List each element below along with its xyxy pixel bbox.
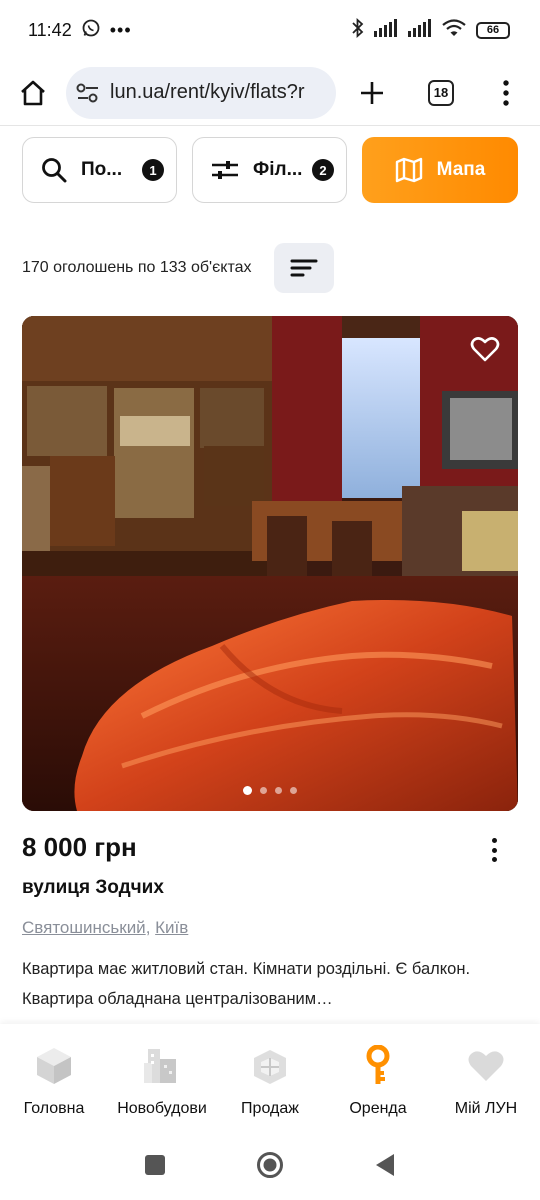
results-row: 170 оголошень по 133 об'єктах xyxy=(22,243,518,293)
whatsapp-icon xyxy=(82,19,100,42)
pagination-dot[interactable] xyxy=(290,787,297,794)
browser-toolbar: lun.ua/rent/kyiv/flats?r 18 xyxy=(0,60,540,126)
results-summary: 170 оголошень по 133 об'єктах xyxy=(22,259,252,276)
browser-menu-button[interactable] xyxy=(474,65,538,121)
listing-more-button[interactable] xyxy=(482,836,506,864)
new-tab-button[interactable] xyxy=(336,65,408,121)
nav-item-new-buildings[interactable]: Новобудови xyxy=(108,1044,216,1118)
pagination-dot[interactable] xyxy=(275,787,282,794)
home-icon xyxy=(21,80,45,105)
search-count-badge: 1 xyxy=(142,159,164,181)
favorite-button[interactable] xyxy=(470,334,500,364)
sort-button[interactable] xyxy=(273,243,334,293)
more-dots-icon: ••• xyxy=(109,19,132,40)
filters-button[interactable]: Філ... 2 xyxy=(192,137,347,203)
floorplan-icon xyxy=(249,1044,291,1088)
back-button[interactable] xyxy=(374,1153,396,1182)
recents-button[interactable] xyxy=(144,1154,166,1181)
pagination-dot-active[interactable] xyxy=(243,786,252,795)
signal-icon xyxy=(374,18,398,42)
nav-item-sale[interactable]: Продаж xyxy=(216,1044,324,1118)
home-nav-button[interactable] xyxy=(256,1151,284,1184)
filters-button-label: Філ... xyxy=(253,159,303,180)
signal-icon xyxy=(408,18,432,42)
room-photo xyxy=(22,316,518,811)
map-button-label: Мапа xyxy=(436,159,486,180)
nav-item-my-lun[interactable]: Мій ЛУН xyxy=(432,1044,540,1118)
nav-label-my-lun: Мій ЛУН xyxy=(454,1100,518,1117)
listing-location: Святошинський, Київ xyxy=(22,918,188,938)
nav-label-sale: Продаж xyxy=(241,1100,299,1117)
kebab-menu-icon xyxy=(503,79,509,106)
back-triangle-icon xyxy=(376,1153,394,1176)
heart-icon xyxy=(465,1044,507,1088)
search-icon xyxy=(42,158,67,183)
filter-row: По... 1 Філ... 2 Мапа xyxy=(22,137,518,203)
heart-outline-icon xyxy=(470,337,500,362)
status-bar: 11:42 ••• 66 xyxy=(0,0,540,60)
nav-label-home: Головна xyxy=(23,1100,85,1117)
site-settings-icon[interactable] xyxy=(76,82,100,104)
nav-item-rent[interactable]: Оренда xyxy=(324,1044,432,1118)
circle-icon xyxy=(257,1151,283,1178)
sliders-icon xyxy=(212,161,238,179)
key-icon xyxy=(357,1044,399,1088)
listing-price: 8 000 грн xyxy=(22,832,137,862)
tab-switcher-button[interactable]: 18 xyxy=(408,65,474,121)
nav-item-home[interactable]: Головна xyxy=(0,1044,108,1118)
search-button[interactable]: По... 1 xyxy=(22,137,177,203)
nav-label-new-buildings: Новобудови xyxy=(117,1100,207,1117)
photo-pagination xyxy=(22,786,518,795)
square-icon xyxy=(145,1154,165,1175)
listing-street: вулиця Зодчих xyxy=(22,877,164,898)
bluetooth-icon xyxy=(352,17,364,43)
buildings-icon xyxy=(141,1044,183,1088)
cube-icon xyxy=(33,1044,75,1088)
kebab-menu-icon xyxy=(491,838,497,843)
url-text: lun.ua/rent/kyiv/flats?r xyxy=(110,81,305,103)
plus-icon xyxy=(361,81,383,104)
map-icon xyxy=(395,157,422,183)
system-navigation xyxy=(0,1134,540,1200)
city-link[interactable]: Київ xyxy=(155,918,188,937)
sort-icon xyxy=(290,259,317,277)
tab-count: 18 xyxy=(428,79,454,106)
map-button[interactable]: Мапа xyxy=(362,137,518,203)
battery-icon: 66 xyxy=(476,21,510,39)
status-time: 11:42 xyxy=(28,19,72,40)
address-bar[interactable]: lun.ua/rent/kyiv/flats?r xyxy=(66,66,336,119)
nav-label-rent: Оренда xyxy=(349,1100,407,1117)
home-button[interactable] xyxy=(0,65,66,121)
listing-description: Квартира має житловий стан. Кімнати розд… xyxy=(22,960,471,1008)
wifi-icon xyxy=(442,18,466,42)
search-button-label: По... xyxy=(81,159,123,180)
pagination-dot[interactable] xyxy=(260,787,267,794)
listing-photo[interactable] xyxy=(22,316,518,811)
location-separator: , xyxy=(145,918,156,937)
filters-count-badge: 2 xyxy=(312,159,334,181)
bottom-navigation: Головна Новобудови Продаж Оренда Мій ЛУН xyxy=(0,1024,540,1134)
district-link[interactable]: Святошинський xyxy=(22,918,146,937)
